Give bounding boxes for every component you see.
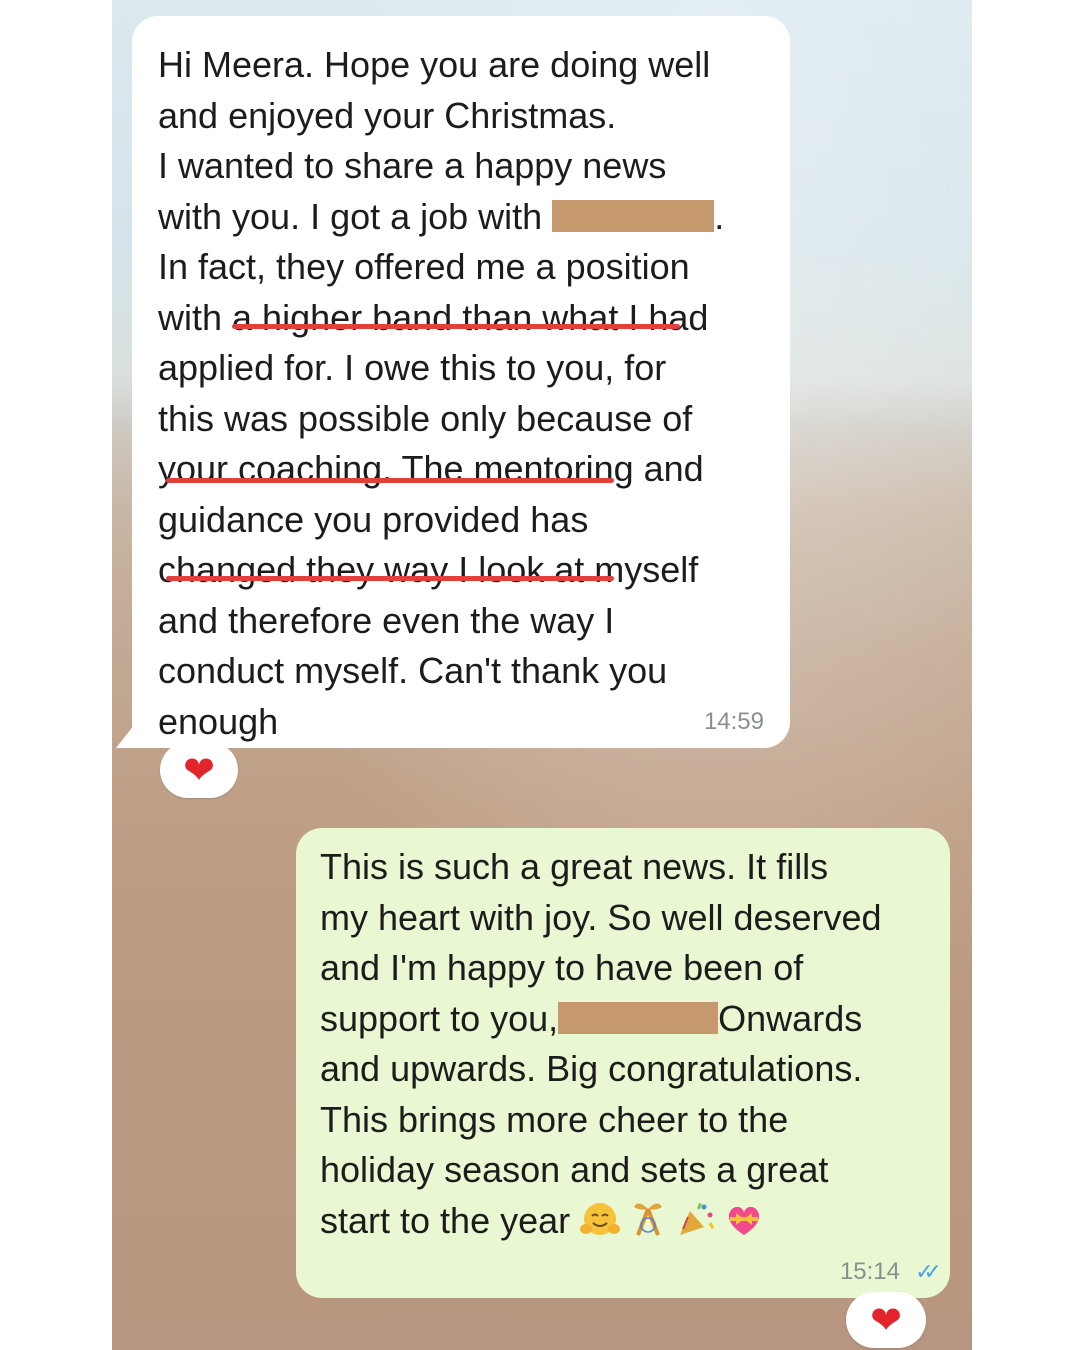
- heart-reaction[interactable]: ❤: [160, 742, 238, 798]
- message-line: This brings more cheer to the: [320, 1098, 789, 1140]
- hugging-face-icon: [580, 1202, 621, 1235]
- message-line: and therefore even the way I: [158, 599, 615, 641]
- message-line: and enjoyed your Christmas.: [158, 94, 617, 136]
- message-text: start to the year: [320, 1199, 571, 1241]
- message-timestamp: 15:14: [839, 1258, 900, 1285]
- message-line: In fact, they offered me a position: [158, 246, 690, 287]
- message-line: holiday season and sets a great: [320, 1149, 829, 1190]
- message-line: my heart with joy. So well deserved: [320, 896, 882, 938]
- message-line-with-redaction: support to you, Onwards: [320, 994, 930, 1045]
- message-line: Hi Meera. Hope you are doing well: [158, 44, 711, 85]
- party-popper-icon: [680, 1202, 715, 1235]
- heart-reaction[interactable]: ❤: [846, 1292, 926, 1348]
- message-text: Onwards: [718, 997, 863, 1039]
- message-timestamp: 14:59: [703, 708, 764, 735]
- message-line: conduct myself. Can't thank you: [158, 650, 668, 691]
- highlight-underline: [166, 576, 614, 581]
- emoji-group: [578, 1199, 766, 1239]
- read-receipt-icon: ✓✓: [915, 1259, 942, 1284]
- message-line-with-redaction: with you. I got a job with .: [158, 192, 770, 243]
- message-line: This is such a great news. It fills: [320, 846, 829, 887]
- outgoing-message-bubble[interactable]: This is such a great news. It fills my h…: [296, 828, 950, 1298]
- message-text: with you. I got a job with: [158, 195, 543, 237]
- gift-ribbon-icon: [634, 1203, 663, 1236]
- message-line: I wanted to share a happy news: [158, 145, 667, 186]
- message-text: .: [714, 195, 725, 237]
- message-line: changed they way I look at myself: [158, 549, 699, 590]
- highlight-underline: [232, 324, 680, 329]
- message-line: your coaching. The mentoring and: [158, 448, 704, 489]
- redacted-company-name: [552, 199, 715, 232]
- heart-with-ribbon-icon: [729, 1206, 760, 1235]
- message-line: and I'm happy to have been of: [320, 947, 804, 988]
- heart-icon: ❤: [870, 1298, 902, 1342]
- message-line: guidance you provided has: [158, 498, 589, 540]
- message-line: applied for. I owe this to you, for: [158, 347, 667, 388]
- incoming-message-bubble[interactable]: Hi Meera. Hope you are doing well and en…: [132, 16, 790, 748]
- message-line: and upwards. Big congratulations.: [320, 1048, 863, 1089]
- message-text: support to you,: [320, 997, 559, 1039]
- message-line-with-emojis: start to the year: [320, 1196, 930, 1247]
- heart-icon: ❤: [183, 748, 215, 792]
- message-line: this was possible only because of: [158, 397, 693, 439]
- highlight-underline: [166, 478, 614, 483]
- redacted-name: [558, 1001, 719, 1034]
- message-line: with a higher band than what I had: [158, 296, 709, 338]
- message-line: enough: [158, 700, 279, 742]
